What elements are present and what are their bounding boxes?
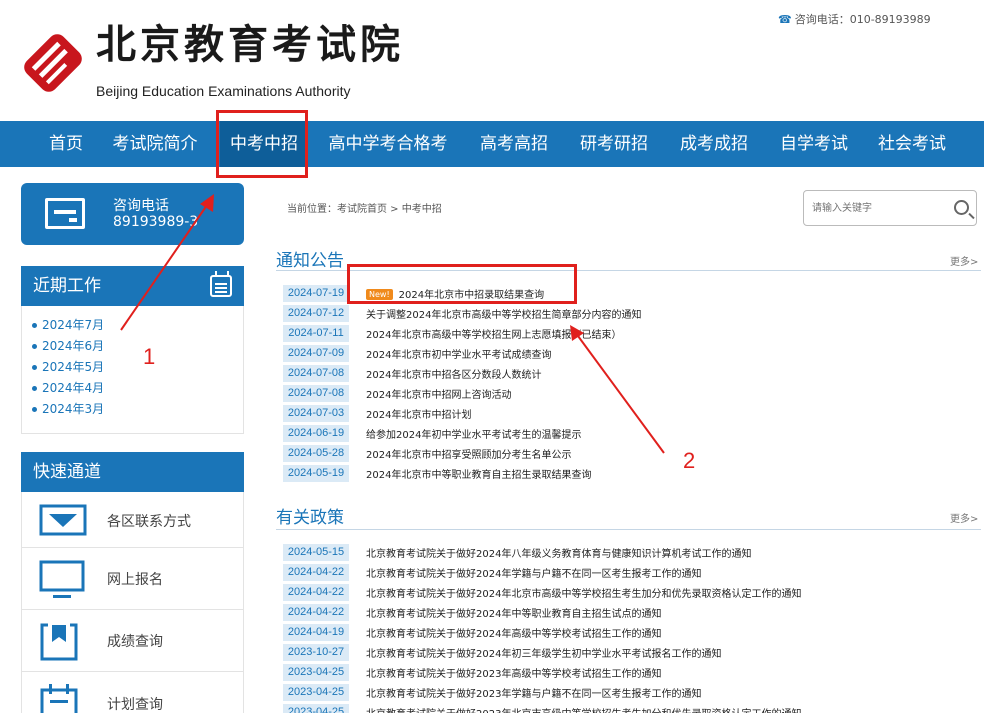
recent-item[interactable]: 2024年7月 [32,315,243,336]
policy-date: 2023-04-25 [283,684,349,701]
nav-chengkao[interactable]: 成考成招 [670,121,758,167]
nav-xuekao[interactable]: 高中学考合格考 [320,121,456,167]
nav-shehui[interactable]: 社会考试 [868,121,956,167]
notice-link[interactable]: 2024年北京市中招计划 [366,406,471,421]
recent-item[interactable]: 2024年6月 [32,336,243,357]
notice-link[interactable]: 关于调整2024年北京市高级中等学校招生简章部分内容的通知 [366,306,641,321]
policy-date: 2024-04-19 [283,624,349,641]
consult-label: 咨询电话 [113,198,169,214]
divider [276,270,981,271]
quick-item-register[interactable]: 网上报名 [21,548,244,610]
policies-title: 有关政策 [276,508,344,528]
policy-link[interactable]: 北京教育考试院关于做好2024年初三年级学生初中学业水平考试报名工作的通知 [366,645,721,660]
nav-yankao[interactable]: 研考研招 [570,121,658,167]
notice-date: 2024-07-03 [283,405,349,422]
notice-link[interactable]: 2024年北京市中招网上咨询活动 [366,386,511,401]
notices-title: 通知公告 [276,251,344,271]
policies-more-link[interactable]: 更多> [950,510,978,525]
notice-link[interactable]: 2024年北京市高级中等学校招生网上志愿填报（已结束） [366,326,621,341]
quick-item-label: 成绩查询 [107,634,163,650]
phone-card-icon [45,198,85,229]
quick-access-header: 快速通道 [21,452,244,492]
consult-number: 89193989-3 [113,214,199,230]
search-box [803,190,977,226]
notice-date: 2024-07-08 [283,385,349,402]
recent-work-title: 近期工作 [33,276,101,296]
monitor-icon [39,560,85,598]
quick-access-title: 快速通道 [33,462,101,482]
quick-item-plan[interactable]: 计划查询 [21,672,244,713]
quick-item-label: 各区联系方式 [107,514,191,530]
notices-more-link[interactable]: 更多> [950,253,978,268]
notice-date: 2024-07-08 [283,365,349,382]
policy-link[interactable]: 北京教育考试院关于做好2023年北京市高级中等学校招生考生加分和优先录取资格认定… [366,705,801,713]
logo-emblem[interactable] [20,30,86,100]
recent-item[interactable]: 2024年5月 [32,357,243,378]
notice-link[interactable]: 2024年北京市中招享受照顾加分考生名单公示 [366,446,571,461]
notice-date: 2024-07-09 [283,345,349,362]
recent-work-header: 近期工作 [21,266,244,306]
notice-link[interactable]: 2024年北京市中招各区分数段人数统计 [366,366,541,381]
search-icon[interactable] [954,200,969,215]
policy-date: 2024-05-15 [283,544,349,561]
policy-date: 2023-04-25 [283,664,349,681]
phone-icon: ☎ [778,13,792,26]
policy-date: 2024-04-22 [283,584,349,601]
notice-date: 2024-07-11 [283,325,349,342]
recent-item[interactable]: 2024年4月 [32,378,243,399]
notice-date: 2024-07-19 [283,285,349,302]
nav-home[interactable]: 首页 [36,121,96,167]
new-badge: New! [366,289,393,300]
quick-item-label: 计划查询 [107,697,163,713]
logo-title-en: Beijing Education Examinations Authority [96,83,351,99]
policy-link[interactable]: 北京教育考试院关于做好2023年高级中等学校考试招生工作的通知 [366,665,661,680]
notice-link[interactable]: 给参加2024年初中学业水平考试考生的温馨提示 [366,426,581,441]
policy-link[interactable]: 北京教育考试院关于做好2024年北京市高级中等学校招生考生加分和优先录取资格认定… [366,585,801,600]
notice-link[interactable]: 2024年北京市初中学业水平考试成绩查询 [366,346,551,361]
quick-item-label: 网上报名 [107,572,163,588]
recent-item[interactable]: 2024年3月 [32,399,243,420]
policy-date: 2023-04-25 [283,704,349,713]
notice-link[interactable]: New! 2024年北京市中招录取结果查询 [366,286,544,301]
nav-gaokao[interactable]: 高考高招 [470,121,558,167]
notice-date: 2024-05-28 [283,445,349,462]
breadcrumb: 当前位置：考试院首页 > 中考中招 [287,204,442,215]
recent-work-panel: 2024年7月 2024年6月 2024年5月 2024年4月 2024年3月 [21,306,244,434]
divider [276,529,981,530]
annotation-label-1: 1 [143,344,156,369]
calendar-plan-icon [40,684,78,713]
annotation-label-2: 2 [683,448,696,473]
notice-date: 2024-07-12 [283,305,349,322]
nav-zikao[interactable]: 自学考试 [770,121,858,167]
policy-date: 2024-04-22 [283,564,349,581]
quick-item-contacts[interactable]: 各区联系方式 [21,492,244,548]
nav-about[interactable]: 考试院简介 [104,121,206,167]
logo-title-cn[interactable]: 北京教育考试院 [96,12,404,70]
hotline: ☎ 咨询电话：010-89193989 [778,13,931,26]
nav-zhongkao[interactable]: 中考中招 [220,121,308,167]
policy-link[interactable]: 北京教育考试院关于做好2024年高级中等学校考试招生工作的通知 [366,625,661,640]
envelope-icon [39,504,87,536]
main-nav: 首页 考试院简介 中考中招 高中学考合格考 高考高招 研考研招 成考成招 自学考… [0,121,984,167]
calendar-icon [210,271,232,297]
bookmark-icon [40,623,78,661]
notice-date: 2024-05-19 [283,465,349,482]
policy-link[interactable]: 北京教育考试院关于做好2024年中等职业教育自主招生试点的通知 [366,605,661,620]
notice-link[interactable]: 2024年北京市中等职业教育自主招生录取结果查询 [366,466,591,481]
policy-link[interactable]: 北京教育考试院关于做好2024年学籍与户籍不在同一区考生报考工作的通知 [366,565,701,580]
consult-phone-card[interactable]: 咨询电话 89193989-3 [21,183,244,245]
search-input[interactable] [812,198,932,218]
policy-link[interactable]: 北京教育考试院关于做好2024年八年级义务教育体育与健康知识计算机考试工作的通知 [366,545,751,560]
header: ☎ 咨询电话：010-89193989 北京教育考试院 Beijing Educa… [0,0,984,120]
policy-date: 2023-10-27 [283,644,349,661]
policy-link[interactable]: 北京教育考试院关于做好2023年学籍与户籍不在同一区考生报考工作的通知 [366,685,701,700]
policy-date: 2024-04-22 [283,604,349,621]
arrow-2-line [577,335,665,454]
notice-date: 2024-06-19 [283,425,349,442]
quick-item-scores[interactable]: 成绩查询 [21,610,244,672]
